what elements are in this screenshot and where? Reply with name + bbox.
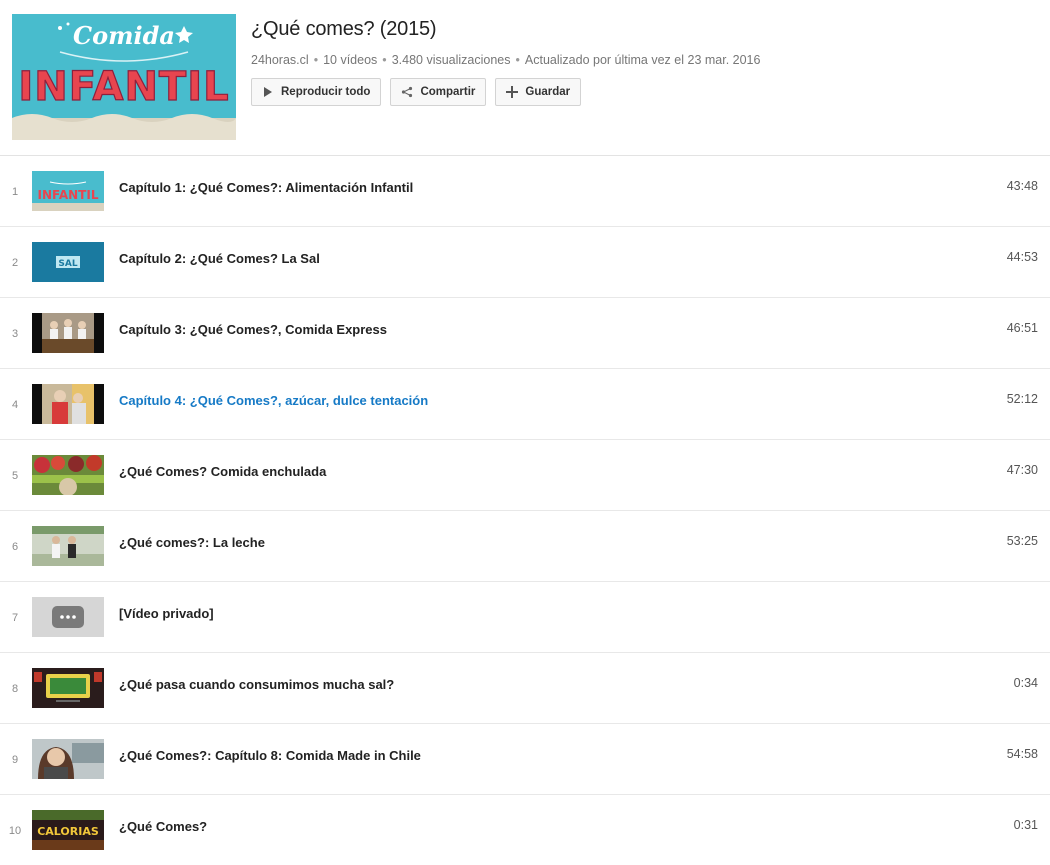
playlist-title: ¿Qué comes? (2015) — [251, 18, 437, 40]
play-icon — [261, 85, 275, 99]
playlist-item-active[interactable]: 4 Capítulo 4: ¿Qué Comes?, azúcar, dulce… — [0, 369, 1050, 440]
video-thumbnail[interactable] — [32, 313, 104, 353]
playlist-item[interactable]: 9 ¿Qué Comes?: Capítulo 8: Comida Made i… — [0, 724, 1050, 795]
thumb-word-infantil: INFANTIL — [18, 64, 229, 110]
video-thumbnail[interactable] — [32, 384, 104, 424]
video-duration: 0:34 — [1013, 676, 1038, 690]
video-thumbnail[interactable] — [32, 597, 104, 637]
share-icon — [400, 85, 414, 99]
video-title[interactable]: ¿Qué Comes? Comida enchulada — [119, 464, 326, 479]
item-index: 5 — [11, 470, 19, 482]
playlist-page: Comida INFANTIL ¿Qué comes? (2015) 24hor… — [0, 0, 1050, 865]
save-label: Guardar — [525, 86, 571, 98]
item-index: 1 — [11, 186, 19, 198]
playlist-video-list: 1 INFANTIL Capítulo 1: ¿Qué Comes?: Alim… — [0, 156, 1050, 865]
video-title[interactable]: ¿Qué comes?: La leche — [119, 535, 265, 550]
share-button[interactable]: Compartir — [390, 78, 487, 106]
playlist-item[interactable]: 2 SAL Capítulo 2: ¿Qué Comes? La Sal 44:… — [0, 227, 1050, 298]
video-duration: 54:58 — [1006, 747, 1038, 761]
video-duration: 46:51 — [1006, 321, 1038, 335]
playlist-actions: Reproducir todo Compartir Guardar — [251, 78, 582, 106]
video-title[interactable]: Capítulo 2: ¿Qué Comes? La Sal — [119, 251, 320, 266]
playlist-item[interactable]: 8 ¿Qué pasa cuando consumimos mucha sal?… — [0, 653, 1050, 724]
thumb-label: SAL — [58, 259, 77, 269]
item-index: 3 — [11, 328, 19, 340]
thumb-label: INFANTIL — [38, 188, 99, 202]
video-title[interactable]: ¿Qué Comes?: Capítulo 8: Comida Made in … — [119, 748, 421, 763]
video-thumbnail[interactable]: SAL — [32, 242, 104, 282]
video-title[interactable]: ¿Qué pasa cuando consumimos mucha sal? — [119, 677, 394, 692]
more-horizontal-icon — [32, 597, 104, 637]
video-title[interactable]: ¿Qué Comes? — [119, 819, 207, 834]
plus-icon — [505, 85, 519, 99]
playlist-thumbnail[interactable]: Comida INFANTIL — [12, 14, 236, 140]
playlist-header: Comida INFANTIL ¿Qué comes? (2015) 24hor… — [0, 0, 1050, 156]
playlist-item[interactable]: 5 ¿Qué Comes? Comida enchulada 47:30 — [0, 440, 1050, 511]
video-duration: 0:31 — [1013, 818, 1038, 832]
playlist-item[interactable]: 1 INFANTIL Capítulo 1: ¿Qué Comes?: Alim… — [0, 156, 1050, 227]
video-thumbnail[interactable]: INFANTIL — [32, 171, 104, 211]
play-all-button[interactable]: Reproducir todo — [251, 78, 382, 106]
video-duration: 52:12 — [1006, 392, 1038, 406]
item-index: 7 — [11, 612, 19, 624]
video-title[interactable]: [Vídeo privado] — [119, 606, 214, 621]
video-duration: 47:30 — [1006, 463, 1038, 477]
item-index: 9 — [11, 754, 19, 766]
updated-date: Actualizado por última vez el 23 mar. 20… — [524, 53, 761, 67]
item-index: 2 — [11, 257, 19, 269]
video-duration: 53:25 — [1006, 534, 1038, 548]
save-button[interactable]: Guardar — [495, 78, 582, 106]
meta-separator: • — [313, 53, 319, 67]
playlist-thumbnail-art: Comida INFANTIL — [12, 14, 236, 140]
playlist-item[interactable]: 7 [Vídeo privado] — [0, 582, 1050, 653]
video-count: 10 vídeos — [323, 53, 378, 67]
share-label: Compartir — [420, 86, 476, 98]
play-all-label: Reproducir todo — [281, 86, 371, 98]
item-index: 6 — [11, 541, 19, 553]
video-title[interactable]: Capítulo 3: ¿Qué Comes?, Comida Express — [119, 322, 387, 337]
thumb-label: CALORIAS — [37, 825, 99, 838]
video-thumbnail[interactable] — [32, 455, 104, 495]
item-index: 4 — [11, 399, 19, 411]
meta-separator: • — [515, 53, 520, 67]
video-duration: 43:48 — [1006, 179, 1038, 193]
playlist-item[interactable]: 3 Capítulo 3: ¿Qué Comes?, Comida Expres… — [0, 298, 1050, 369]
playlist-item[interactable]: 6 ¿Qué comes?: La leche 53:25 — [0, 511, 1050, 582]
video-thumbnail[interactable] — [32, 668, 104, 708]
video-title[interactable]: Capítulo 1: ¿Qué Comes?: Alimentación In… — [119, 180, 413, 195]
item-index: 10 — [8, 825, 22, 837]
channel-link[interactable]: 24horas.cl — [251, 53, 309, 67]
video-duration: 44:53 — [1006, 250, 1038, 264]
playlist-item[interactable]: 10 CALORIAS ¿Qué Comes? 0:31 — [0, 795, 1050, 865]
meta-separator: • — [382, 53, 387, 67]
view-count: 3.480 visualizaciones — [391, 53, 511, 67]
thumb-word-comida: Comida — [73, 21, 175, 50]
video-thumbnail[interactable]: CALORIAS — [32, 810, 104, 850]
video-thumbnail[interactable] — [32, 739, 104, 779]
item-index: 8 — [11, 683, 19, 695]
video-thumbnail[interactable] — [32, 526, 104, 566]
playlist-meta: 24horas.cl • 10 vídeos • 3.480 visualizacion… — [251, 53, 760, 67]
video-title[interactable]: Capítulo 4: ¿Qué Comes?, azúcar, dulce t… — [119, 393, 428, 408]
